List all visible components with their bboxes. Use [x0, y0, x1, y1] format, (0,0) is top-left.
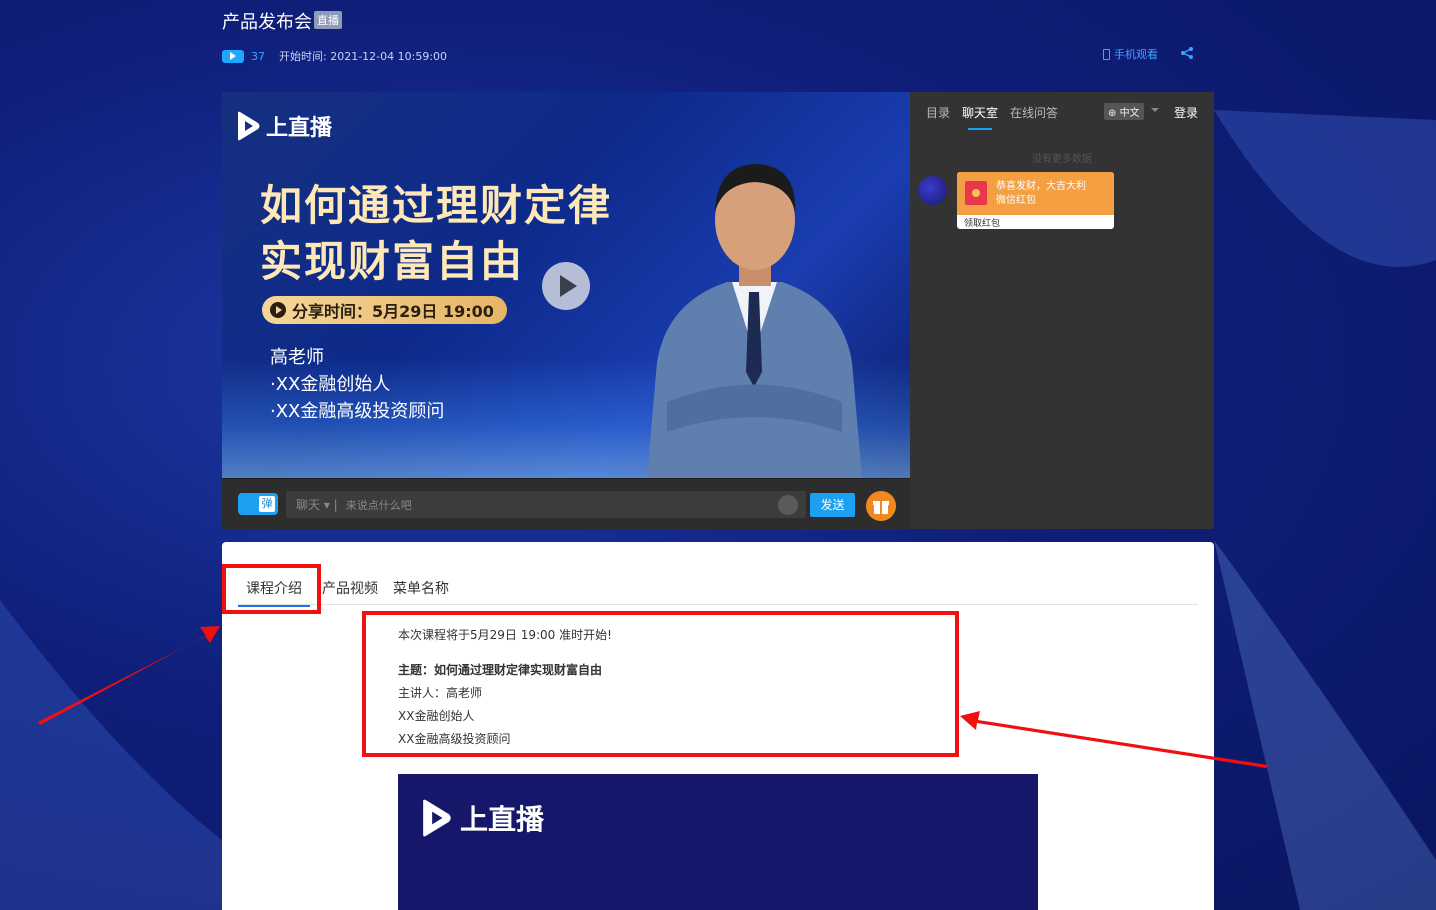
content-tabs: 课程介绍 产品视频 菜单名称	[238, 572, 1198, 607]
brand-logo-icon	[423, 799, 451, 837]
presenter-image	[647, 164, 862, 478]
chat-type-select[interactable]: 聊天 ▾ |	[296, 496, 338, 513]
page-title: 产品发布会	[222, 12, 312, 33]
language-select[interactable]: ⊕ 中文	[1104, 103, 1144, 120]
tab-catalog[interactable]: 目录	[926, 104, 950, 121]
teacher-role-1: ·XX金融创始人	[270, 374, 391, 395]
chevron-down-icon[interactable]	[1151, 108, 1159, 112]
danmu-toggle[interactable]: 弹	[238, 493, 278, 515]
annotation-box-tab	[222, 564, 321, 614]
mobile-watch-link[interactable]: 手机观看	[1103, 46, 1158, 62]
gift-icon[interactable]	[866, 491, 896, 521]
share-icon[interactable]	[1180, 46, 1194, 60]
phone-icon	[1103, 48, 1110, 60]
emoji-icon[interactable]	[778, 495, 798, 515]
teacher-name: 高老师	[270, 347, 324, 368]
teacher-role-2: ·XX金融高级投资顾问	[270, 401, 445, 422]
play-circle-icon	[270, 302, 286, 318]
avatar	[918, 176, 947, 205]
headline-line-1: 如何通过理财定律	[260, 181, 613, 230]
player-brand: 上直播	[234, 110, 332, 142]
chat-sidebar: 目录 聊天室 在线问答 ⊕ 中文 登录 没有更多数据 恭喜发财，大吉大利 微信红…	[910, 92, 1214, 529]
danmu-label: 弹	[259, 496, 275, 512]
chat-input[interactable]: 聊天 ▾ | 来说点什么吧	[286, 491, 806, 518]
red-packet-greeting: 恭喜发财，大吉大利	[996, 181, 1086, 192]
video-icon	[222, 49, 244, 63]
red-packet-icon	[965, 181, 987, 205]
red-packet-type: 微信红包	[996, 195, 1036, 206]
intro-banner-image: 上直播	[398, 774, 1038, 910]
language-label: 中文	[1119, 108, 1140, 119]
login-button[interactable]: 登录	[1174, 104, 1198, 121]
mobile-watch-label: 手机观看	[1114, 48, 1158, 61]
brand-logo-icon	[238, 111, 260, 141]
send-button[interactable]: 发送	[810, 493, 855, 517]
chat-placeholder: 来说点什么吧	[345, 498, 412, 512]
no-more-data: 没有更多数据	[1032, 154, 1092, 165]
annotation-box-intro	[362, 611, 959, 757]
banner-brand-name: 上直播	[460, 803, 545, 836]
start-time: 开始时间: 2021-12-04 10:59:00	[279, 50, 448, 63]
chat-bar: 弹 聊天 ▾ | 来说点什么吧 发送	[222, 478, 910, 530]
red-packet-message[interactable]: 恭喜发财，大吉大利 微信红包 领取红包	[957, 172, 1114, 229]
stream-meta: 37 开始时间: 2021-12-04 10:59:00	[222, 48, 447, 64]
tab-product-video[interactable]: 产品视频	[322, 578, 378, 598]
share-time-text: 分享时间：5月29日 19:00	[292, 302, 494, 321]
tab-qa[interactable]: 在线问答	[1010, 104, 1058, 121]
view-count: 37	[251, 49, 265, 63]
video-player[interactable]: 上直播 如何通过理财定律 实现财富自由 分享时间：5月29日 19:00 高老师…	[222, 92, 910, 478]
page-header: 产品发布会 直播 37 开始时间: 2021-12-04 10:59:00 手机…	[222, 6, 1214, 76]
teacher-info: 高老师 ·XX金融创始人 ·XX金融高级投资顾问	[270, 344, 444, 425]
red-packet-claim[interactable]: 领取红包	[957, 215, 1114, 229]
tab-chatroom[interactable]: 聊天室	[962, 104, 998, 130]
play-button[interactable]	[542, 262, 590, 310]
banner-brand: 上直播	[418, 798, 544, 838]
share-time-pill: 分享时间：5月29日 19:00	[262, 296, 507, 324]
gift-box-icon	[873, 501, 889, 514]
brand-name: 上直播	[266, 116, 333, 141]
live-badge: 直播	[314, 11, 342, 29]
arrow-left-icon	[38, 626, 220, 725]
tab-menu-name[interactable]: 菜单名称	[393, 578, 449, 598]
sidebar-tabs: 目录 聊天室 在线问答	[926, 104, 1058, 130]
